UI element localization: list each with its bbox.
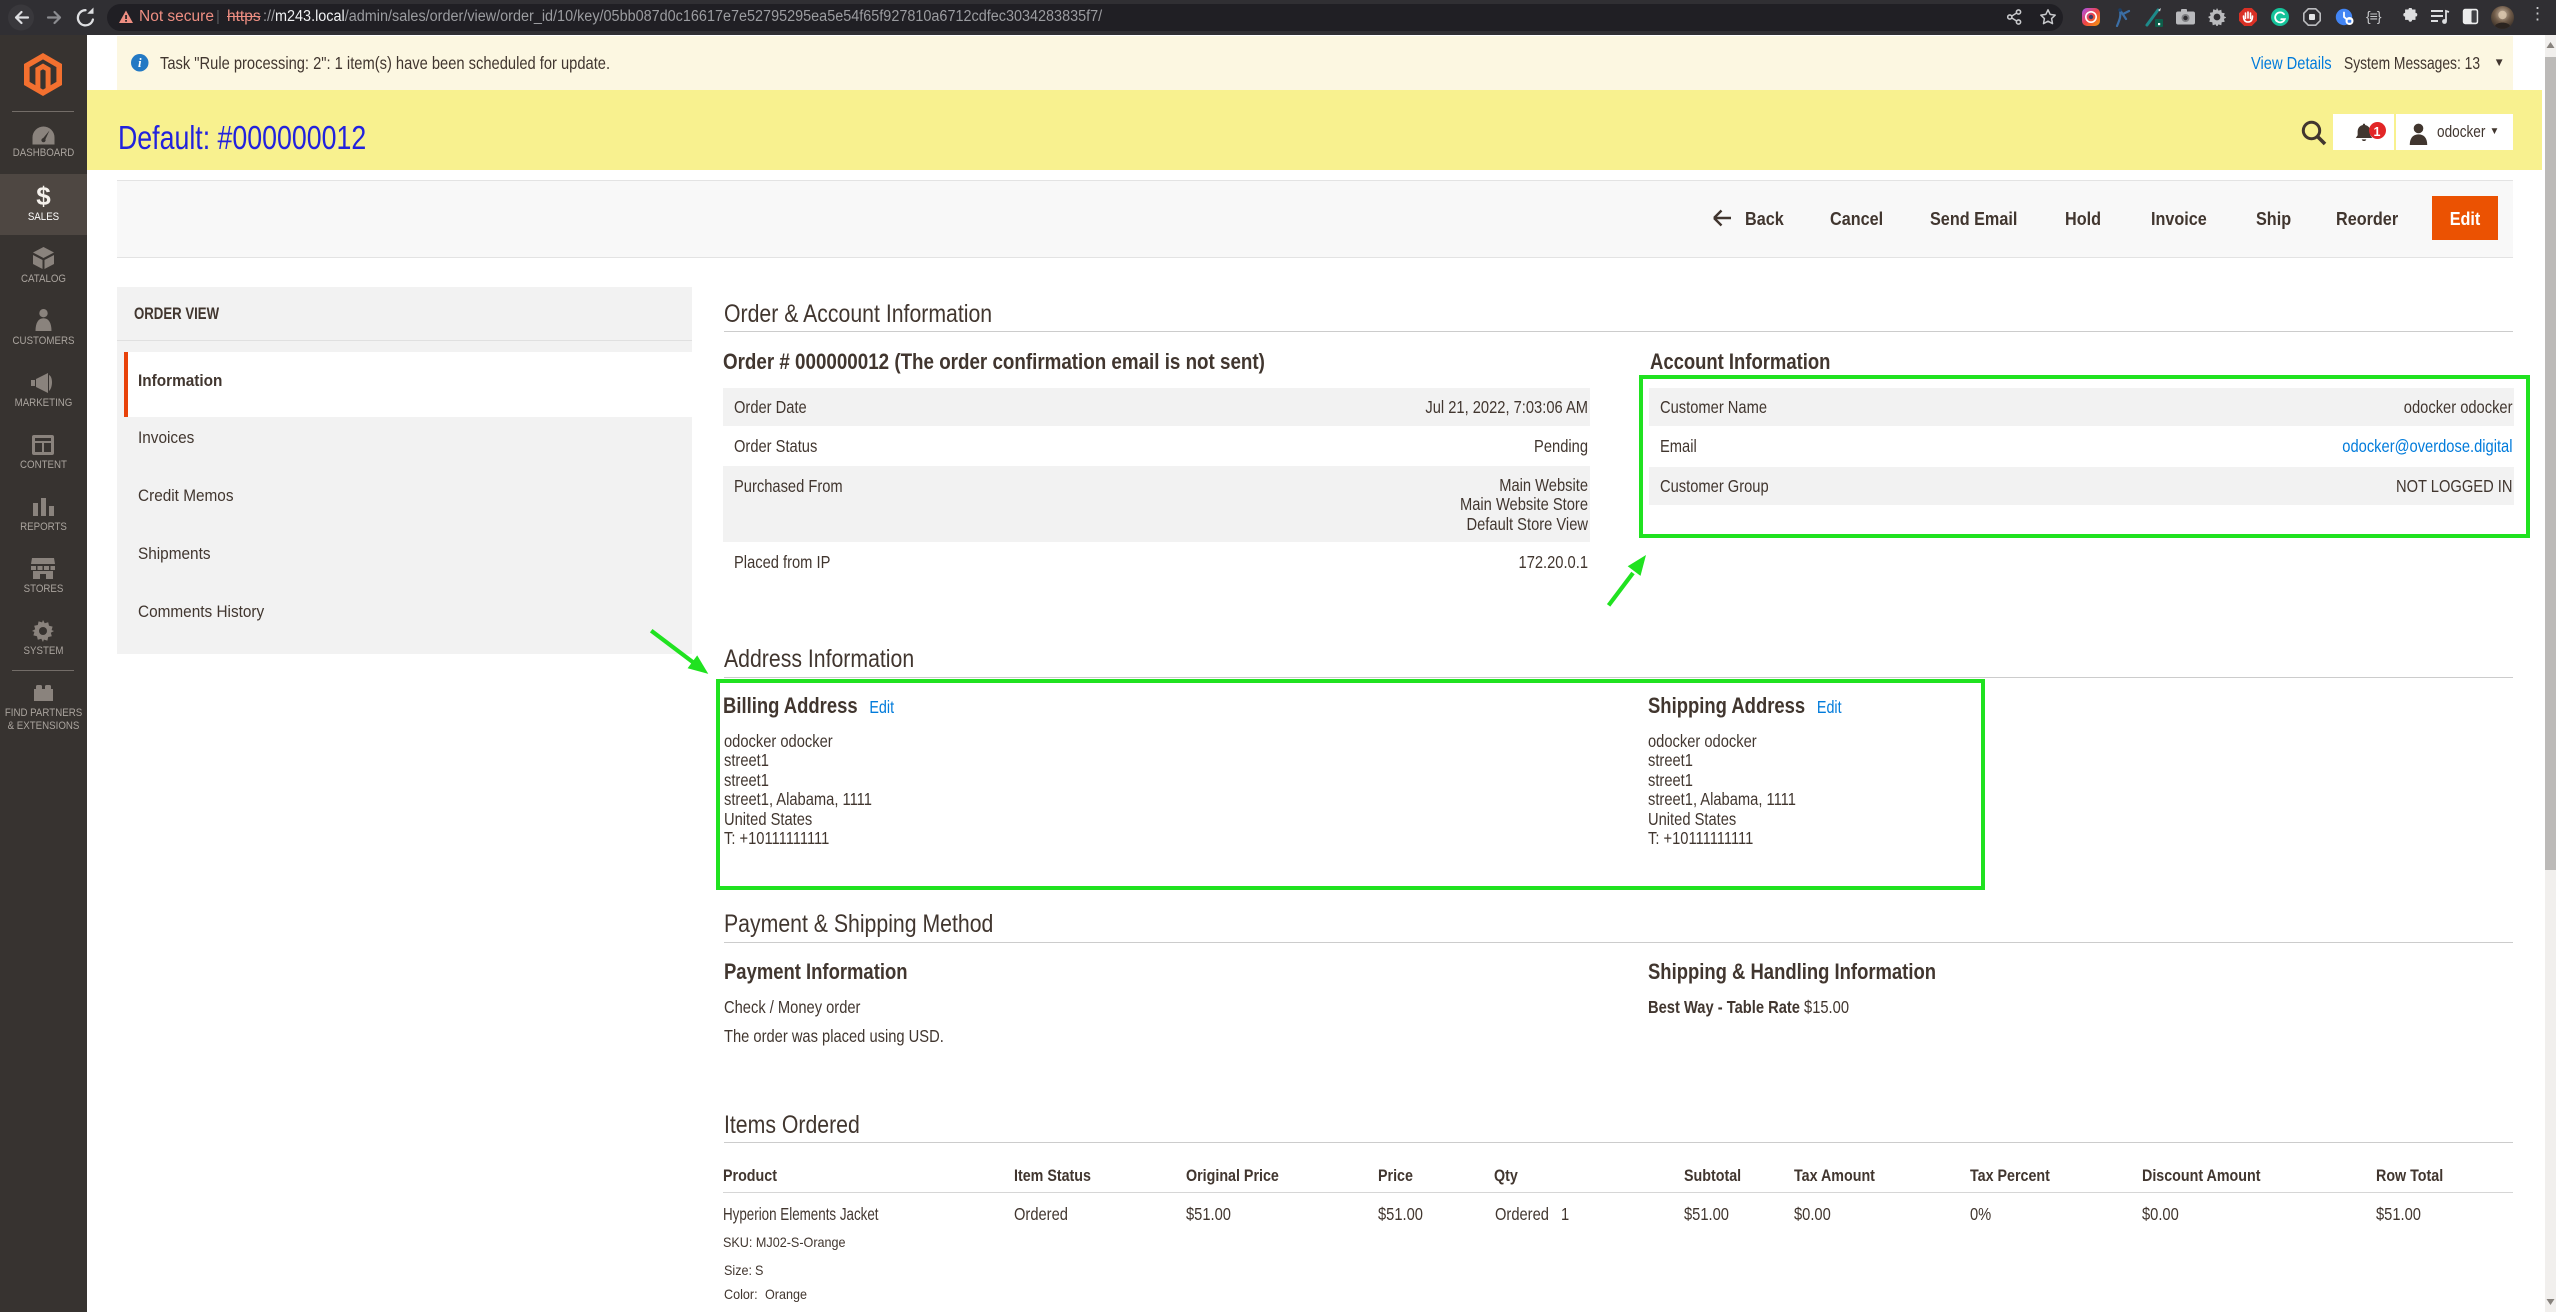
svg-text:i: i [138,56,142,70]
